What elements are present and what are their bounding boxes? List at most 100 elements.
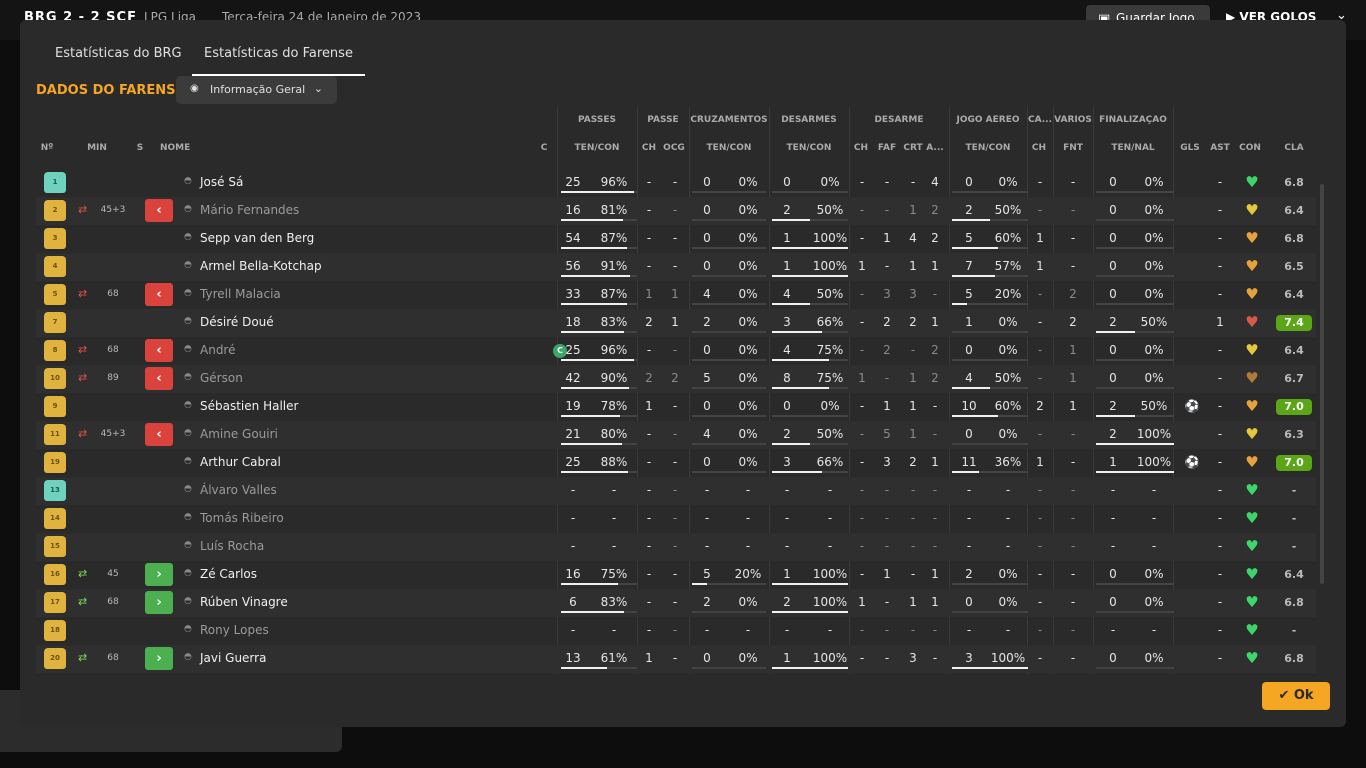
stat-bar	[772, 359, 848, 361]
column-header[interactable]: NOME	[160, 143, 220, 153]
sub-in-icon[interactable]: ›	[145, 563, 173, 586]
column-header[interactable]: FAF	[877, 143, 897, 153]
shots: 0	[1109, 343, 1117, 357]
player-name[interactable]: Tyrell Malacia	[200, 287, 281, 301]
stat-bar-fill	[561, 331, 625, 333]
chances-created: 1	[671, 315, 679, 329]
assists: -	[1217, 231, 1223, 245]
player-name[interactable]: Désiré Doué	[200, 315, 274, 329]
column-header[interactable]: CH	[640, 143, 658, 153]
column-header[interactable]: TEN/CON	[772, 143, 846, 153]
table-row[interactable]: 20 ⇄ 68 › ◓ Javi Guerra 13 61% 1-0 0% 1 100% - -3-3 10…	[36, 645, 1316, 673]
tackles-percent: 50%	[816, 287, 844, 301]
column-header[interactable]: GLS	[1178, 143, 1202, 153]
player-name[interactable]: Sébastien Haller	[200, 399, 298, 413]
player-name[interactable]: Gérson	[200, 371, 243, 385]
tackles-attempted: 0	[783, 175, 791, 189]
table-row[interactable]: 9 ◓ Sébastien Haller 19 78% 1 - 0 0% 0 0% - 1 1 - 10 60%…	[36, 393, 1316, 421]
column-header[interactable]: CRT	[903, 143, 923, 153]
person-icon: ◓	[184, 204, 192, 214]
stat-bar	[692, 667, 766, 669]
interceptions: -	[859, 651, 865, 665]
column-header[interactable]: TEN/CON	[952, 143, 1024, 153]
player-name[interactable]: Tomás Ribeiro	[200, 511, 284, 525]
stat-bar	[952, 303, 1028, 305]
sub-out-icon[interactable]: ‹	[145, 423, 173, 446]
stat-bar-fill	[561, 471, 628, 473]
player-name[interactable]: Javi Guerra	[200, 651, 266, 665]
player-name[interactable]: Rúben Vinagre	[200, 595, 288, 609]
column-header[interactable]: C	[536, 143, 552, 153]
table-row[interactable]: 14 ◓ Tomás Ribeiro - - - - - - - - - - - - - - - - - - - ♥ -	[36, 505, 1316, 533]
table-row[interactable]: 10 ⇄ 89 ‹ ◓ Gérson 42 90% 2 2 5 0% 8 75% 1-1 2 4 50% -1 0 0%…	[36, 365, 1316, 393]
table-row[interactable]: 17 ⇄ 68 › ◓ Rúben Vinagre 6 83% - -2 0% 2 100% 1-1 1 0 0…	[36, 589, 1316, 617]
sub-in-icon[interactable]: ›	[145, 647, 173, 670]
player-name[interactable]: Álvaro Valles	[200, 483, 277, 497]
passes-percent: -	[611, 623, 617, 637]
table-row[interactable]: 16 ⇄ 45 › ◓ Zé Carlos 16 75% - -5 20% 1 100% -1-1 2 0% -…	[36, 561, 1316, 589]
table-row[interactable]: 5 ⇄ 68 ‹ ◓ Tyrell Malacia 33 87% 1 1 4 0% 4 50% -3 3-5 2…	[36, 281, 1316, 309]
sub-in-icon[interactable]: ›	[145, 591, 173, 614]
shots: -	[1110, 511, 1116, 525]
column-header[interactable]: OCG	[662, 143, 686, 153]
table-row[interactable]: 15 ◓ Luís Rocha - - - - - - - - - - - - - - - - - - - ♥ -	[36, 533, 1316, 561]
column-header[interactable]: S	[132, 143, 148, 153]
table-row[interactable]: 13 ◓ Álvaro Valles - - - - - - - - - - - - - - - - - - - ♥ -	[36, 477, 1316, 505]
sub-out-icon[interactable]: ‹	[145, 367, 173, 390]
crosses-percent: 0%	[738, 259, 758, 273]
tab-brg-stats[interactable]: Estatísticas do BRG	[55, 46, 182, 76]
crosses-attempted: -	[704, 623, 710, 637]
stat-bar	[1096, 359, 1174, 361]
fouls: -	[884, 371, 890, 385]
player-name[interactable]: Luís Rocha	[200, 539, 264, 553]
view-selector-dropdown[interactable]: ◉ Informação Geral ⌄	[176, 76, 337, 104]
vertical-scrollbar[interactable]	[1320, 184, 1324, 584]
tab-farense-stats[interactable]: Estatísticas do Farense	[192, 46, 365, 76]
table-row[interactable]: 18 ◓ Rony Lopes - - - - - - - - - - - - - - - - - - - ♥ -	[36, 617, 1316, 645]
column-header[interactable]: AST	[1210, 143, 1230, 153]
key-passes: -	[646, 623, 652, 637]
table-row[interactable]: 8 ⇄ 68 ‹ ◓ André C 25 96% - -0 0% 4 75% -2-2 0 0% -1 0 0% - ♥…	[36, 337, 1316, 365]
table-row[interactable]: 1 ◓ José Sá 25 96% - - 0 0% 0 0% - - - 4 0 0% - - 0 0% - ♥ 6.8	[36, 169, 1316, 197]
column-header[interactable]: A...	[924, 143, 946, 153]
table-row[interactable]: 19 ◓ Arthur Cabral 25 88% - -0 0% 3 66% -3 2 1 11 36% 1…	[36, 449, 1316, 477]
column-header[interactable]: CH	[1030, 143, 1048, 153]
column-header[interactable]: CH	[852, 143, 870, 153]
blocks: 1	[931, 455, 939, 469]
player-name[interactable]: Mário Fernandes	[200, 203, 299, 217]
shirt-icon: 2	[44, 200, 66, 221]
stat-bar-fill	[561, 247, 628, 249]
headers-percent: 60%	[994, 231, 1022, 245]
column-header[interactable]: TEN/NAL	[1096, 143, 1170, 153]
column-header[interactable]: FNT	[1056, 143, 1090, 153]
player-name[interactable]: Amine Gouiri	[200, 427, 278, 441]
table-row[interactable]: 11 ⇄ 45+3 ‹ ◓ Amine Gouiri 21 80% - - 4 0% 2 50% - 5 1 - 0…	[36, 421, 1316, 449]
sub-out-icon[interactable]: ‹	[145, 339, 173, 362]
player-name[interactable]: José Sá	[200, 175, 243, 189]
passes-percent: 75%	[600, 567, 628, 581]
column-header[interactable]: MIN	[76, 143, 118, 153]
column-header[interactable]: CON	[1236, 143, 1264, 153]
column-header[interactable]: Nº	[36, 143, 58, 153]
crosses-attempted: 5	[703, 371, 711, 385]
shots: 0	[1109, 651, 1117, 665]
player-name[interactable]: Arthur Cabral	[200, 455, 281, 469]
column-header[interactable]: CLA	[1282, 143, 1306, 153]
ok-button[interactable]: ✔ Ok	[1262, 682, 1330, 710]
player-name[interactable]: André	[200, 343, 235, 357]
sub-out-icon[interactable]: ‹	[145, 283, 173, 306]
player-name[interactable]: Sepp van den Berg	[200, 231, 314, 245]
player-name[interactable]: Armel Bella-Kotchap	[200, 259, 322, 273]
player-name[interactable]: Zé Carlos	[200, 567, 257, 581]
offsides: 1	[1069, 343, 1077, 357]
substitution-icon: ⇄	[78, 203, 88, 216]
table-row[interactable]: 2 ⇄ 45+3 ‹ ◓ Mário Fernandes 16 81% - - 0 0% 2 50% - - 1…	[36, 197, 1316, 225]
blocks: 4	[931, 175, 939, 189]
table-row[interactable]: 7 ◓ Désiré Doué 18 83% 2 1 2 0% 3 66% -2 2 1 1 0% -2 2 50%…	[36, 309, 1316, 337]
column-header[interactable]: TEN/CON	[560, 143, 634, 153]
table-row[interactable]: 3 ◓ Sepp van den Berg 54 87% - -0 0% 1 100% -1 4 2 5 6…	[36, 225, 1316, 253]
table-row[interactable]: 4 ◓ Armel Bella-Kotchap 56 91% - -0 0% 1 100% 1-1 1…	[36, 253, 1316, 281]
sub-out-icon[interactable]: ‹	[145, 199, 173, 222]
column-header[interactable]: TEN/CON	[692, 143, 766, 153]
player-name[interactable]: Rony Lopes	[200, 623, 269, 637]
